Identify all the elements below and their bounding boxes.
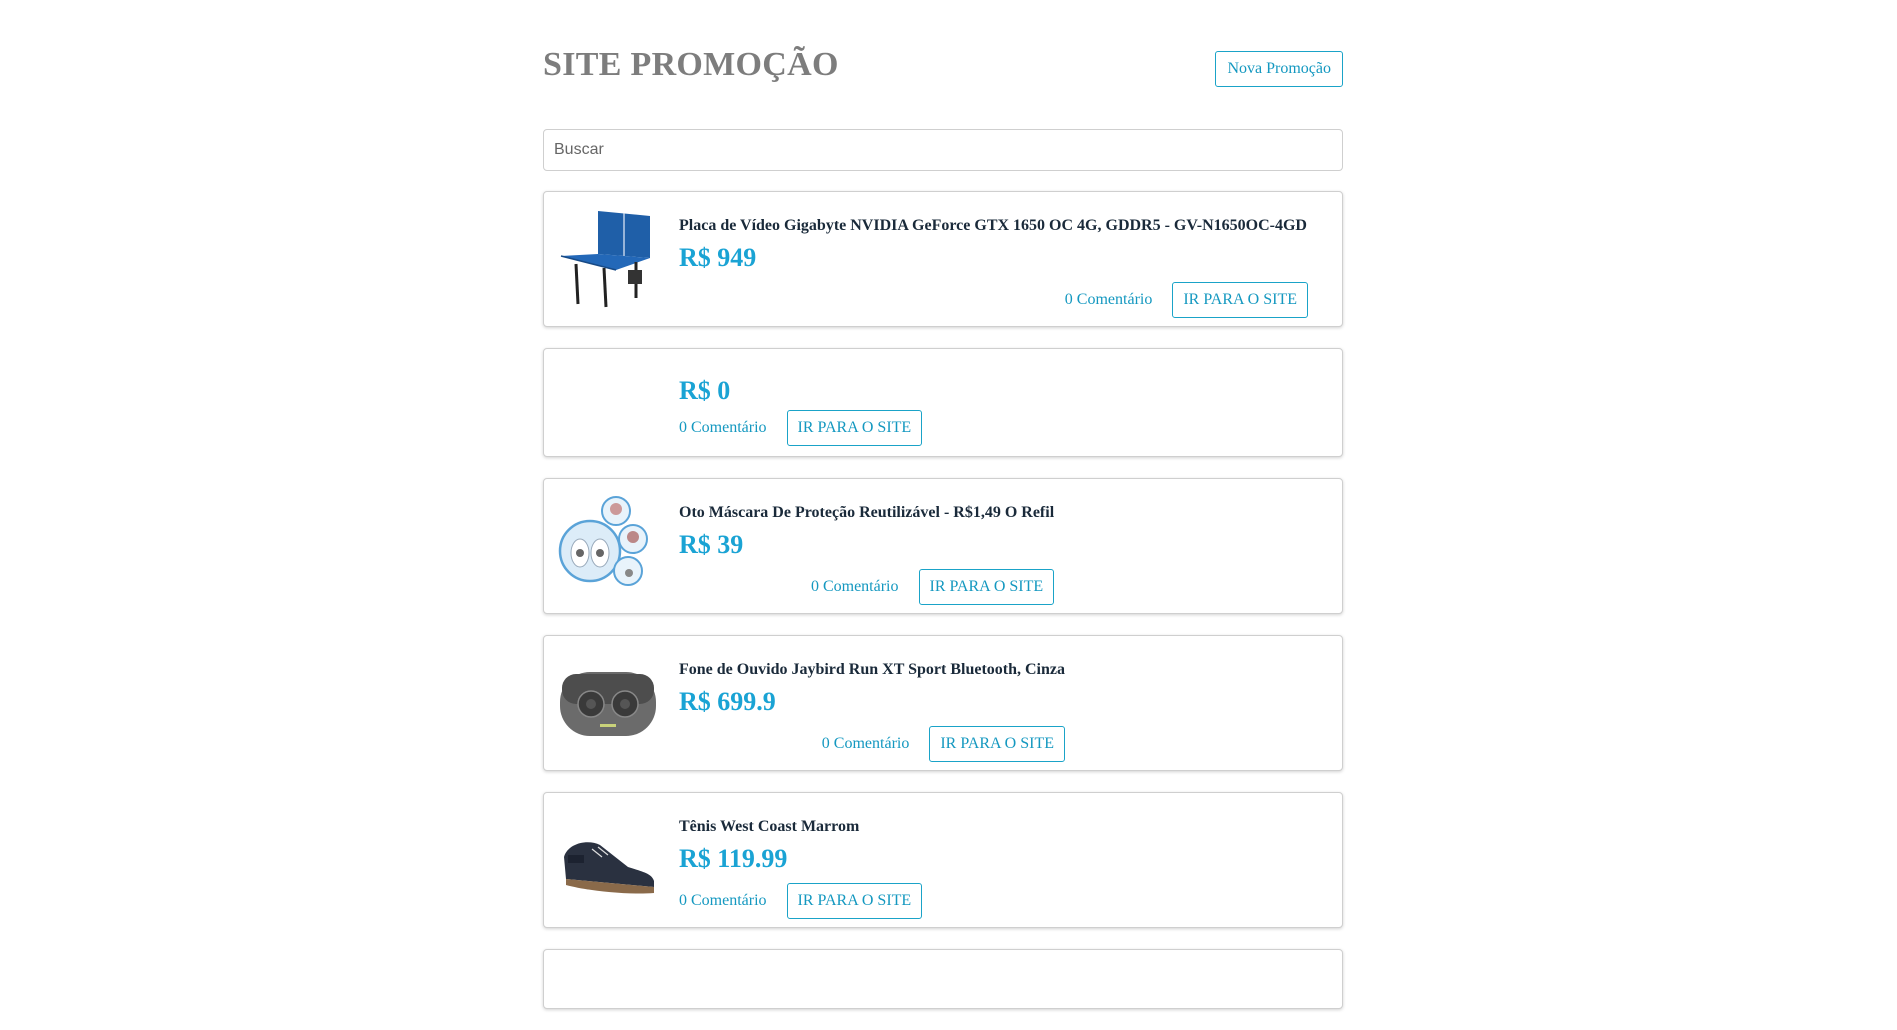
header: SITE PROMOÇÃO Nova Promoção (543, 0, 1343, 130)
promotion-card: Placa de Vídeo Gigabyte NVIDIA GeForce G… (543, 191, 1343, 327)
page-container: SITE PROMOÇÃO Nova Promoção Placa de Ví (543, 0, 1343, 1009)
promotion-body: Tênis West Coast Marrom R$ 119.99 0 Come… (679, 817, 1308, 919)
comments-link[interactable]: 0 Comentário (822, 735, 910, 753)
promotion-card: R$ 0 0 Comentário IR PARA O SITE (543, 348, 1343, 457)
promotion-card: Fone de Ouvido Jaybird Run XT Sport Blue… (543, 635, 1343, 771)
new-promotion-button[interactable]: Nova Promoção (1215, 51, 1343, 87)
promotion-title: Fone de Ouvido Jaybird Run XT Sport Blue… (679, 661, 1065, 678)
promotion-title: Oto Máscara De Proteção Reutilizável - R… (679, 504, 1055, 521)
promotion-body: R$ 0 0 Comentário IR PARA O SITE (679, 375, 1308, 446)
promotion-body: Oto Máscara De Proteção Reutilizável - R… (679, 503, 1055, 605)
comments-link[interactable]: 0 Comentário (679, 419, 767, 437)
shoe-icon (558, 809, 658, 909)
comments-link[interactable]: 0 Comentário (679, 892, 767, 910)
promotion-actions: 0 Comentário IR PARA O SITE (679, 282, 1308, 318)
ping-pong-table-icon (558, 208, 658, 308)
go-to-site-button[interactable]: IR PARA O SITE (786, 883, 923, 919)
comments-link[interactable]: 0 Comentário (811, 578, 899, 596)
mask-icon (558, 495, 658, 595)
go-to-site-button[interactable]: IR PARA O SITE (918, 569, 1055, 605)
promotion-price: R$ 119.99 (679, 844, 788, 873)
go-to-site-button[interactable]: IR PARA O SITE (1172, 282, 1308, 318)
promotion-actions: 0 Comentário IR PARA O SITE (679, 569, 1055, 605)
comments-link[interactable]: 0 Comentário (1065, 291, 1153, 309)
promotion-list: Placa de Vídeo Gigabyte NVIDIA GeForce G… (543, 191, 1343, 1030)
promotion-price: R$ 0 (679, 376, 731, 405)
earbuds-case-icon (558, 652, 658, 752)
promotion-body: Placa de Vídeo Gigabyte NVIDIA GeForce G… (679, 216, 1308, 318)
promotion-actions: 0 Comentário IR PARA O SITE (679, 883, 1308, 919)
promotion-card: Oto Máscara De Proteção Reutilizável - R… (543, 478, 1343, 614)
promotion-title: Tênis West Coast Marrom (679, 818, 860, 835)
promotion-price: R$ 699.9 (679, 687, 776, 716)
promotion-actions: 0 Comentário IR PARA O SITE (679, 726, 1065, 762)
go-to-site-button[interactable]: IR PARA O SITE (786, 410, 923, 446)
promotion-title: Placa de Vídeo Gigabyte NVIDIA GeForce G… (679, 217, 1307, 234)
promotion-actions: 0 Comentário IR PARA O SITE (679, 410, 1308, 446)
promotion-body: Fone de Ouvido Jaybird Run XT Sport Blue… (679, 660, 1065, 762)
promotion-price: R$ 949 (679, 243, 757, 272)
promotion-card: Tênis West Coast Marrom R$ 119.99 0 Come… (543, 792, 1343, 928)
search-input[interactable] (543, 129, 1343, 171)
promotion-card (543, 949, 1343, 1009)
go-to-site-button[interactable]: IR PARA O SITE (929, 726, 1065, 762)
page-title: SITE PROMOÇÃO (543, 46, 839, 83)
promotion-price: R$ 39 (679, 530, 744, 559)
